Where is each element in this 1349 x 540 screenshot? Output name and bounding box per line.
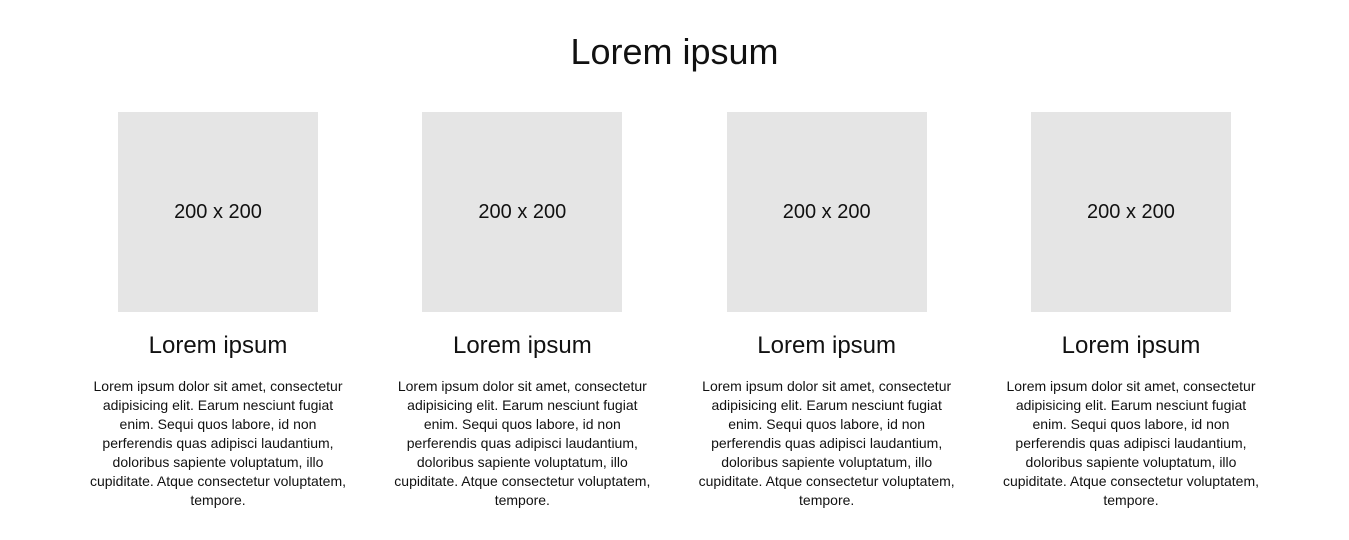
card-grid: 200 x 200 Lorem ipsum Lorem ipsum dolor … (66, 112, 1283, 510)
image-placeholder: 200 x 200 (726, 112, 927, 312)
card-title: Lorem ipsum (148, 332, 288, 359)
card: 200 x 200 Lorem ipsum Lorem ipsum dolor … (66, 112, 370, 510)
page-title: Lorem ipsum (570, 31, 779, 72)
image-placeholder: 200 x 200 (1030, 112, 1231, 312)
card: 200 x 200 Lorem ipsum Lorem ipsum dolor … (370, 112, 674, 510)
page: Lorem ipsum 200 x 200 Lorem ipsum Lorem … (0, 0, 1349, 540)
image-placeholder-label: 200 x 200 (478, 200, 567, 223)
image-placeholder: 200 x 200 (118, 112, 318, 312)
card-text: Lorem ipsum dolor sit amet, consectetur … (89, 378, 347, 508)
card-text: Lorem ipsum dolor sit amet, consectetur … (1002, 378, 1259, 508)
card-text: Lorem ipsum dolor sit amet, consectetur … (394, 378, 651, 508)
image-placeholder-label: 200 x 200 (174, 200, 262, 223)
image-placeholder-label: 200 x 200 (1087, 200, 1175, 223)
image-placeholder-label: 200 x 200 (782, 200, 871, 223)
card-text: Lorem ipsum dolor sit amet, consectetur … (698, 378, 955, 508)
card-title: Lorem ipsum (452, 332, 592, 359)
card-title: Lorem ipsum (1061, 332, 1201, 359)
card-title: Lorem ipsum (757, 332, 897, 359)
card: 200 x 200 Lorem ipsum Lorem ipsum dolor … (979, 112, 1283, 510)
image-placeholder: 200 x 200 (422, 112, 623, 312)
card: 200 x 200 Lorem ipsum Lorem ipsum dolor … (675, 112, 979, 510)
